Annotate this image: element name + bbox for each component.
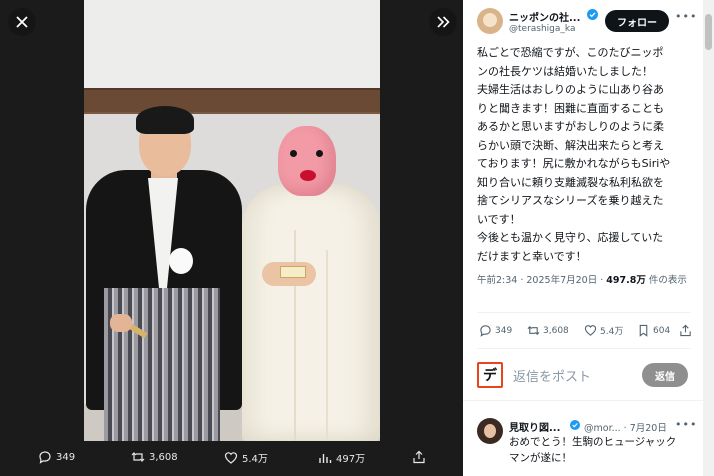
media-like-count: 5.4万 xyxy=(242,454,268,465)
tweet-line: いです！ xyxy=(477,212,521,226)
reply-count: 349 xyxy=(495,325,513,336)
tweet-detail: ニッポンの社... @terashiga_ka フォロー ••• 私ごとで恐縮で… xyxy=(463,0,703,476)
media-retweet-count: 3,608 xyxy=(149,451,178,463)
current-user-avatar[interactable]: デ xyxy=(477,362,503,388)
retweet-icon xyxy=(527,325,540,336)
divider xyxy=(477,312,691,313)
reply-text: おめでとう！生駒のヒュージャック マンが遂に！ xyxy=(509,434,691,466)
verified-badge-icon xyxy=(587,9,598,20)
tweet-timestamp[interactable]: 午前2:34 · 2025年7月20日 · xyxy=(477,275,606,286)
reply-line: おめでとう！生駒のヒュージャック xyxy=(509,436,677,448)
tweet-line: だけますと幸いです！ xyxy=(477,249,587,263)
media-like-button[interactable]: 5.4万 xyxy=(224,450,268,465)
reply-submit-button[interactable]: 返信 xyxy=(642,363,688,387)
retweet-count: 3,608 xyxy=(543,325,569,336)
reply-author-name[interactable]: 見取り図... xyxy=(509,419,560,434)
like-count: 5.4万 xyxy=(600,327,624,337)
tweet-line: ております！尻に敷かれながらもSiriや xyxy=(477,157,671,170)
reply-icon xyxy=(480,325,491,337)
bride-white-kimono xyxy=(242,184,380,441)
close-button[interactable] xyxy=(8,8,36,36)
tweet-action-bar: 349 3,608 5.4万 604 xyxy=(477,322,691,340)
divider xyxy=(477,348,691,349)
wedding-photo[interactable] xyxy=(84,0,380,441)
like-icon xyxy=(584,325,597,336)
chevrons-right-icon xyxy=(436,16,450,28)
more-options-icon[interactable]: ••• xyxy=(675,10,697,23)
groom-hakama xyxy=(104,288,220,441)
share-button[interactable] xyxy=(679,324,692,337)
reply-button[interactable]: 349 xyxy=(479,324,512,337)
media-share-button[interactable] xyxy=(412,450,426,464)
tweet-line: 今後とも温かく見守り、応援していた xyxy=(477,231,664,244)
tweet-meta: 午前2:34 · 2025年7月20日 · 497.8万 件の表示 xyxy=(477,272,691,289)
verified-badge-icon xyxy=(570,420,580,430)
tweet-line: あるかと思いますがおしりのように柔 xyxy=(477,120,664,133)
tweet-panel: ニッポンの社... @terashiga_ka フォロー ••• 私ごとで恐縮で… xyxy=(463,0,714,476)
author-avatar[interactable] xyxy=(477,8,503,34)
author-handle[interactable]: @terashiga_ka xyxy=(509,24,575,34)
media-retweet-button[interactable]: 3,608 xyxy=(131,450,178,464)
reply-icon xyxy=(39,451,51,464)
expand-panel-button[interactable] xyxy=(429,8,457,36)
reply-author-avatar[interactable] xyxy=(477,418,503,444)
tweet-line: らかい頭で決断、解決出来たらと考え xyxy=(477,138,664,152)
tweet-text: 私ごとで恐縮ですが、このたびニッポ ンの社長ケツは結婚いたしました！ 夫婦生活は… xyxy=(477,44,691,266)
divider xyxy=(463,400,703,401)
like-button[interactable]: 5.4万 xyxy=(584,324,623,337)
scrollbar[interactable] xyxy=(703,0,714,476)
share-icon xyxy=(413,450,425,464)
reply-line: マンが遂に！ xyxy=(509,452,572,464)
retweet-icon xyxy=(131,452,145,462)
pink-mask xyxy=(278,126,336,196)
close-icon xyxy=(16,16,28,28)
wooden-beam xyxy=(84,88,380,114)
share-icon xyxy=(680,324,691,337)
bookmark-count: 604 xyxy=(653,325,671,336)
bookmark-icon xyxy=(639,324,648,337)
retweet-button[interactable]: 3,608 xyxy=(527,324,569,337)
scrollbar-thumb[interactable] xyxy=(705,14,712,50)
like-icon xyxy=(224,451,238,464)
reply-input[interactable]: 返信をポスト xyxy=(513,366,591,385)
media-viewer: 349 3,608 5.4万 497万 xyxy=(0,0,463,476)
tweet-view-count: 497.8万 xyxy=(606,275,646,286)
media-views-count: 497万 xyxy=(336,454,366,465)
tweet-line: 捨てシリアスなシリーズを乗り越えた xyxy=(477,194,664,207)
reply-more-options-icon[interactable]: ••• xyxy=(675,418,697,431)
tweet-view-suffix: 件の表示 xyxy=(645,275,687,286)
media-action-bar: 349 3,608 5.4万 497万 xyxy=(0,446,463,472)
media-reply-count: 349 xyxy=(56,451,76,463)
tweet-line: 夫婦生活はおしりのように山あり谷あ xyxy=(477,83,664,96)
follow-button[interactable]: フォロー xyxy=(605,10,669,32)
author-name[interactable]: ニッポンの社... xyxy=(509,9,580,24)
tweet-line: ンの社長ケツは結婚いたしました！ xyxy=(477,64,653,78)
tweet-line: 私ごとで恐縮ですが、このたびニッポ xyxy=(477,46,664,59)
views-icon xyxy=(319,453,332,463)
media-reply-button[interactable]: 349 xyxy=(38,450,75,464)
bookmark-button[interactable]: 604 xyxy=(637,324,670,337)
tweet-line: りと聞きます！困難に直面することも xyxy=(477,101,664,115)
tweet-line: 知り合いに頼り支離滅裂な私利私欲を xyxy=(477,175,664,189)
reply-author-handle[interactable]: @mor... · 7月20日 xyxy=(584,420,667,434)
media-views-button[interactable]: 497万 xyxy=(318,450,365,465)
